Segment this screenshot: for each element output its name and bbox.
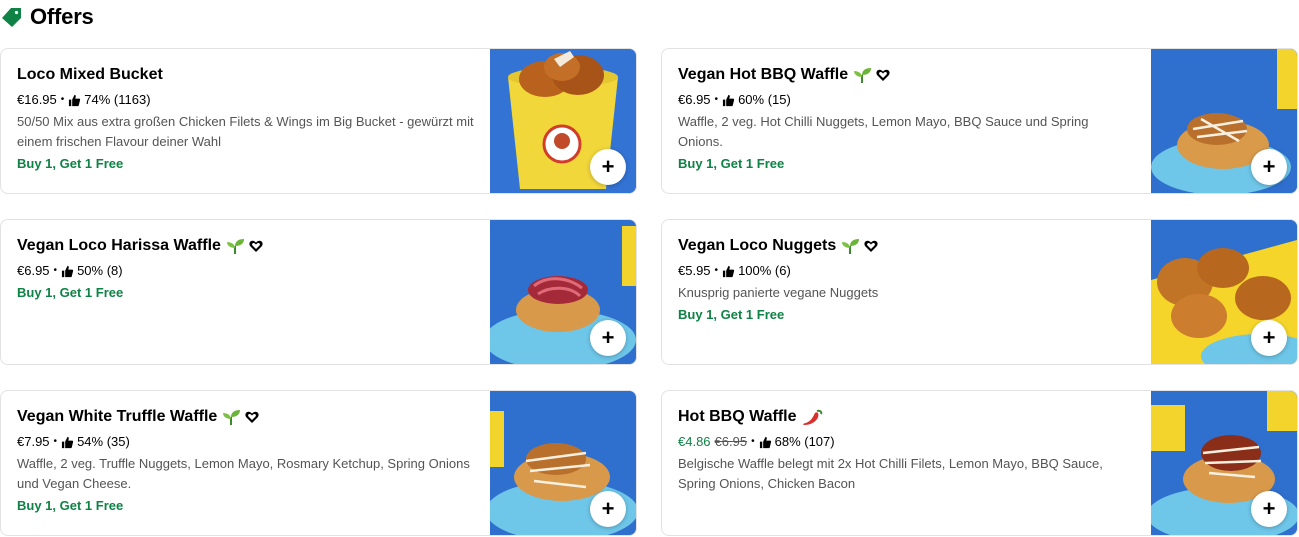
tag-icon [2, 8, 21, 27]
item-photo: + [490, 220, 636, 364]
item-meta: €4.86 €6.95 • 68% (107) [678, 432, 1135, 452]
item-description: Waffle, 2 veg. Truffle Nuggets, Lemon Ma… [17, 456, 470, 491]
item-description: Belgische Waffle belegt mit 2x Hot Chill… [678, 456, 1103, 491]
item-description: Knusprig panierte vegane Nuggets [678, 285, 879, 300]
item-price: €5.95 [678, 263, 711, 278]
item-promo: Buy 1, Get 1 Free [17, 285, 124, 300]
item-promo: Buy 1, Get 1 Free [678, 156, 785, 171]
add-to-cart-button[interactable]: + [1251, 320, 1287, 356]
item-rating: 74% (1163) [84, 92, 151, 107]
add-to-cart-button[interactable]: + [590, 149, 626, 185]
menu-item-card[interactable]: Hot BBQ Waffle €4.86 €6.95 • 68% (107) B… [661, 390, 1298, 536]
item-meta: €6.95 • 60% (15) [678, 90, 1135, 110]
item-title: Loco Mixed Bucket [17, 65, 474, 85]
menu-item-card[interactable]: Loco Mixed Bucket €16.95 • 74% (1163) 50… [0, 48, 637, 194]
item-price: €16.95 [17, 92, 57, 107]
item-title: Hot BBQ Waffle [678, 407, 1135, 427]
item-title: Vegan Loco Harissa Waffle [17, 236, 474, 256]
item-sale-price: €4.86 [678, 434, 711, 449]
item-price: €7.95 [17, 434, 50, 449]
thumbs-up-icon [722, 265, 735, 277]
item-promo: Buy 1, Get 1 Free [17, 498, 124, 513]
sprout-icon [842, 239, 860, 254]
item-name: Vegan Hot BBQ Waffle [678, 66, 849, 83]
item-photo: + [490, 49, 636, 193]
item-name: Vegan Loco Harissa Waffle [17, 237, 221, 254]
separator-dot: • [53, 436, 58, 447]
favorite-heart-icon [876, 69, 890, 81]
thumbs-up-icon [61, 265, 74, 277]
item-name: Loco Mixed Bucket [17, 66, 163, 83]
chili-pepper-icon [802, 409, 822, 425]
sprout-icon [854, 68, 872, 83]
separator-dot: • [751, 436, 755, 447]
item-title: Vegan Loco Nuggets [678, 236, 1135, 256]
item-meta: €7.95 • 54% (35) [17, 432, 474, 452]
menu-item-card[interactable]: Vegan Loco Nuggets €5.95 • 100% (6) Knus… [661, 219, 1298, 365]
separator-dot: • [60, 94, 65, 105]
item-photo: + [1151, 220, 1297, 364]
item-description: Waffle, 2 veg. Hot Chilli Nuggets, Lemon… [678, 114, 1089, 149]
item-promo: Buy 1, Get 1 Free [678, 307, 785, 322]
item-meta: €5.95 • 100% (6) [678, 261, 1135, 281]
separator-dot: • [714, 265, 719, 276]
item-rating: 68% (107) [774, 434, 835, 449]
add-to-cart-button[interactable]: + [1251, 491, 1287, 527]
item-photo: + [1151, 49, 1297, 193]
add-to-cart-button[interactable]: + [590, 320, 626, 356]
sprout-icon [226, 239, 244, 254]
item-price: €6.95 [17, 263, 50, 278]
thumbs-up-icon [61, 436, 74, 448]
separator-dot: • [53, 265, 58, 276]
item-rating: 50% (8) [77, 263, 123, 278]
menu-item-card[interactable]: Vegan Loco Harissa Waffle €6.95 • 50% (8… [0, 219, 637, 365]
item-promo: Buy 1, Get 1 Free [17, 156, 124, 171]
item-meta: €6.95 • 50% (8) [17, 261, 474, 281]
thumbs-up-icon [722, 94, 735, 106]
sprout-icon [223, 410, 241, 425]
item-title: Vegan Hot BBQ Waffle [678, 65, 1135, 85]
favorite-heart-icon [245, 411, 259, 423]
item-title: Vegan White Truffle Waffle [17, 407, 474, 427]
menu-item-card[interactable]: Vegan White Truffle Waffle €7.95 • 54% (… [0, 390, 637, 536]
menu-item-card[interactable]: Vegan Hot BBQ Waffle €6.95 • 60% (15) Wa… [661, 48, 1298, 194]
item-rating: 60% (15) [738, 92, 791, 107]
thumbs-up-icon [69, 94, 81, 106]
item-original-price: €6.95 [714, 434, 748, 449]
item-rating: 54% (35) [77, 434, 130, 449]
item-rating: 100% (6) [738, 263, 791, 278]
thumbs-up-icon [759, 436, 771, 448]
add-to-cart-button[interactable]: + [1251, 149, 1287, 185]
item-photo: + [1151, 391, 1297, 535]
section-title: Offers [30, 4, 94, 29]
item-price: €6.95 [678, 92, 711, 107]
item-name: Vegan White Truffle Waffle [17, 408, 218, 425]
favorite-heart-icon [864, 240, 878, 252]
item-photo: + [490, 391, 636, 535]
favorite-heart-icon [249, 240, 263, 252]
item-description: 50/50 Mix aus extra großen Chicken Filet… [17, 114, 474, 149]
item-meta: €16.95 • 74% (1163) [17, 90, 474, 110]
item-name: Vegan Loco Nuggets [678, 237, 837, 254]
separator-dot: • [714, 94, 719, 105]
add-to-cart-button[interactable]: + [590, 491, 626, 527]
item-name: Hot BBQ Waffle [678, 408, 797, 425]
section-header: Offers [0, 2, 94, 32]
